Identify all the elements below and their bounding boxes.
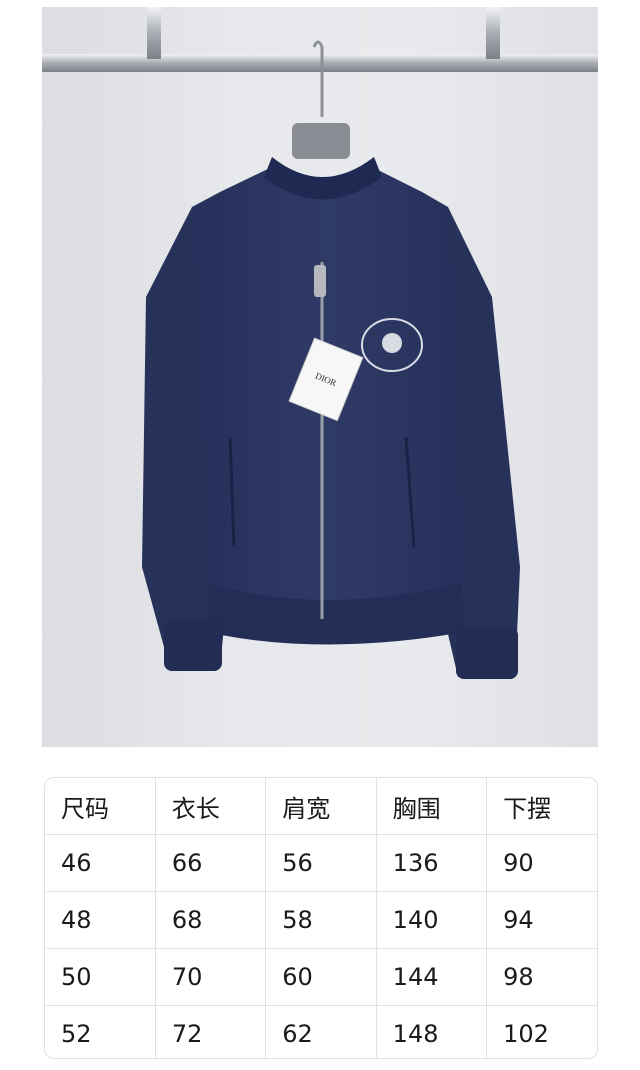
table-cell: 62: [265, 1005, 377, 1058]
hanging-rail: [42, 54, 598, 72]
table-row: 48 68 58 140 94: [45, 891, 597, 949]
table-cell: 56: [265, 834, 377, 892]
table-cell: 90: [486, 834, 597, 892]
table-row: 52 72 62 148 102: [45, 1005, 597, 1058]
zipper-pull: [314, 265, 326, 297]
header-chest: 胸围: [376, 778, 488, 835]
table-cell: 50: [45, 948, 156, 1006]
table-cell: 136: [376, 834, 488, 892]
table-row: 46 66 56 136 90: [45, 834, 597, 892]
table-cell: 144: [376, 948, 488, 1006]
header-hem: 下摆: [486, 778, 597, 835]
table-row: 50 70 60 144 98: [45, 948, 597, 1006]
table-cell: 98: [486, 948, 597, 1006]
product-photo: DIOR: [42, 7, 598, 747]
table-cell: 68: [155, 891, 267, 949]
table-cell: 148: [376, 1005, 488, 1058]
size-chart: 尺码 衣长 肩宽 胸围 下摆 46 66 56 136 90 48 68 58 …: [44, 777, 598, 1059]
table-cell: 48: [45, 891, 156, 949]
hanger-clip: [292, 123, 350, 159]
table-cell: 72: [155, 1005, 267, 1058]
table-cell: 66: [155, 834, 267, 892]
right-cuff: [456, 627, 518, 679]
rail-post-right: [486, 7, 500, 59]
table-cell: 70: [155, 948, 267, 1006]
size-table: 尺码 衣长 肩宽 胸围 下摆 46 66 56 136 90 48 68 58 …: [45, 778, 597, 1058]
table-cell: 94: [486, 891, 597, 949]
table-cell: 140: [376, 891, 488, 949]
left-cuff: [164, 619, 222, 671]
table-cell: 60: [265, 948, 377, 1006]
table-cell: 46: [45, 834, 156, 892]
header-shoulder: 肩宽: [265, 778, 377, 835]
rail-post-left: [147, 7, 161, 59]
table-header-row: 尺码 衣长 肩宽 胸围 下摆: [45, 778, 597, 835]
table-cell: 58: [265, 891, 377, 949]
table-cell: 52: [45, 1005, 156, 1058]
table-cell: 102: [503, 1020, 549, 1048]
jacket-photo-icon: DIOR: [42, 7, 598, 679]
header-length: 衣长: [155, 778, 267, 835]
header-size: 尺码: [45, 778, 156, 835]
hanger-hook: [312, 40, 324, 117]
